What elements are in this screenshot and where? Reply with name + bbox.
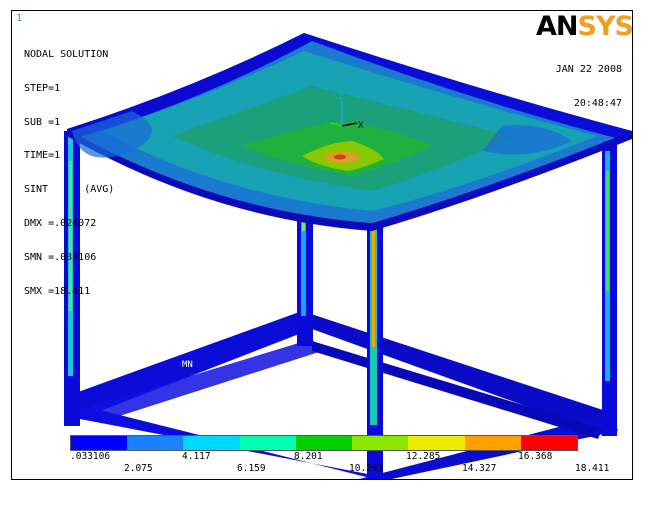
info-line: SMN =.033106 [24, 251, 97, 263]
time-text: 20:48:47 [573, 97, 622, 109]
legend-swatch [239, 436, 296, 450]
legend-label: 10.243 [349, 463, 384, 474]
legend-label: 4.117 [182, 451, 211, 462]
min-marker: MN [182, 360, 193, 370]
window-number: 1 [16, 13, 23, 24]
solution-title: NODAL SOLUTION [24, 49, 109, 60]
triad-x-label: X [358, 121, 364, 131]
info-line: STEP=1 [24, 82, 61, 94]
timestamp: JAN 22 2008 20:48:47 [556, 42, 622, 131]
logo-left: AN [536, 11, 578, 42]
info-line: SUB =1 [24, 116, 61, 128]
contour-legend [70, 435, 578, 451]
triad-y-label: Y [323, 120, 329, 130]
legend-swatch [352, 436, 409, 450]
info-line: SINT (AVG) [24, 184, 115, 196]
legend-swatch [71, 436, 128, 450]
logo-right: SYS [577, 11, 633, 42]
legend-swatch [464, 436, 521, 450]
legend-swatch [183, 436, 240, 450]
info-line: DMX =.024072 [24, 217, 97, 229]
legend-label: 16.368 [518, 451, 553, 462]
info-line: TIME=1 [24, 150, 61, 162]
legend-swatch [408, 436, 465, 450]
legend-swatch [520, 436, 577, 450]
legend-label: 8.201 [294, 451, 323, 462]
graphics-window[interactable]: Z X Y 1 NODAL SOLUTION STEP=1 SUB =1 TIM… [11, 10, 633, 480]
info-line: SMX =18.411 [24, 285, 91, 297]
legend-swatch [127, 436, 184, 450]
roof-slab [67, 33, 632, 231]
legend-label: 14.327 [462, 463, 497, 474]
triad-z-label: Z [338, 92, 344, 102]
solution-info: NODAL SOLUTION STEP=1 SUB =1 TIME=1 SINT… [24, 27, 114, 319]
ansys-logo: ANSYS [536, 11, 633, 42]
date-text: JAN 22 2008 [555, 64, 622, 75]
legend-label: .033106 [70, 451, 111, 462]
legend-swatch [295, 436, 353, 450]
legend-label: 2.075 [124, 463, 153, 474]
legend-label: 18.411 [575, 463, 610, 474]
legend-label: 6.159 [237, 463, 266, 474]
legend-label: 12.285 [406, 451, 441, 462]
